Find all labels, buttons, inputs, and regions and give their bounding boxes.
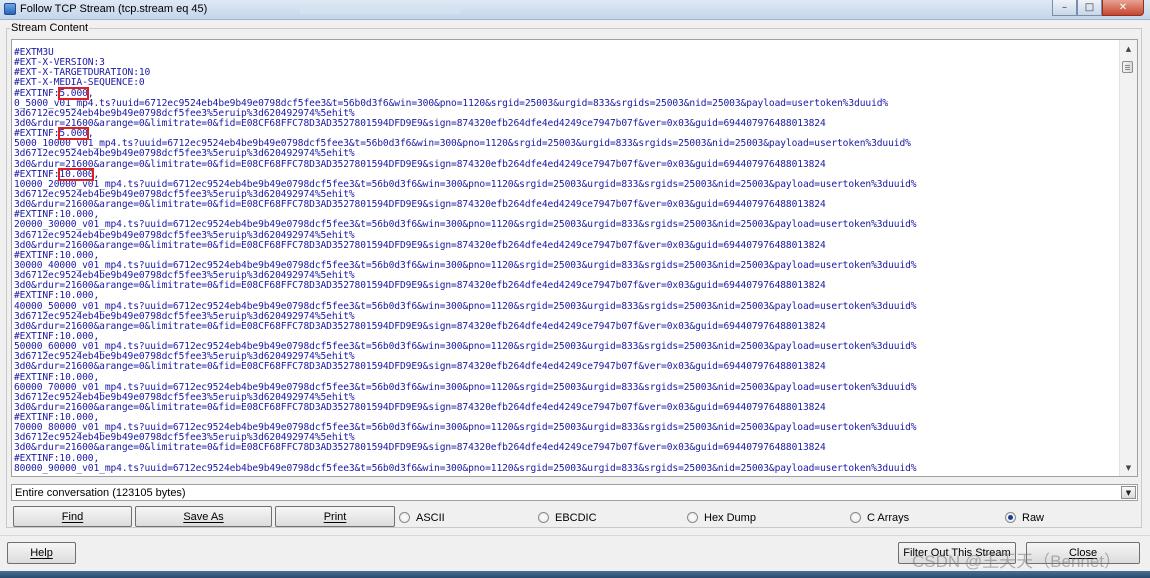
window-controls: – □ ✕: [1052, 0, 1144, 17]
stream-line: #EXTM3U: [14, 47, 54, 58]
scroll-up-arrow-icon[interactable]: ▲: [1120, 40, 1137, 57]
title-bar-blur: [300, 4, 460, 14]
stream-line: 3d0&rdur=21600&arange=0&limitrate=0&fid=…: [14, 199, 826, 211]
stream-content-label: Stream Content: [10, 22, 90, 34]
radio-hex-dump-label: Hex Dump: [704, 511, 756, 524]
minimize-icon[interactable]: –: [1052, 0, 1077, 16]
radio-c-arrays-label: C Arrays: [867, 511, 910, 524]
radio-ascii-label: ASCII: [416, 511, 445, 524]
radio-ebcdic-label: EBCDIC: [555, 511, 597, 524]
radio-raw-label: Raw: [1022, 511, 1045, 524]
radio-raw[interactable]: Raw: [1005, 511, 1044, 524]
radio-c-arrays[interactable]: C Arrays: [850, 511, 909, 524]
taskbar: [0, 571, 1150, 578]
csdn-watermark: CSDN @王天天（Bennet）: [912, 552, 1122, 571]
highlight-box: 5.000: [58, 86, 89, 100]
stream-text[interactable]: #EXTM3U #EXT-X-VERSION:3 #EXT-X-TARGETDURA…: [14, 47, 1119, 474]
stream-line: 3d0&rdur=21600&arange=0&limitrate=0&fid=…: [14, 117, 826, 129]
radio-ebcdic[interactable]: EBCDIC: [538, 511, 597, 524]
radio-hex-dump[interactable]: Hex Dump: [687, 511, 756, 524]
footer-divider: [0, 535, 1150, 536]
radio-hex-dump-indicator[interactable]: [687, 512, 698, 523]
radio-ebcdic-indicator[interactable]: [538, 512, 549, 523]
wireshark-app-icon: [4, 3, 16, 15]
scroll-thumb[interactable]: [1122, 61, 1133, 73]
maximize-icon[interactable]: □: [1077, 0, 1102, 16]
window-title: Follow TCP Stream (tcp.stream eq 45): [20, 3, 208, 15]
stream-line: 20000_30000_v01_mp4.ts?uuid=6712ec9524eb…: [14, 219, 917, 231]
radio-c-arrays-indicator[interactable]: [850, 512, 861, 523]
find-button[interactable]: Find: [13, 506, 132, 527]
vertical-scrollbar[interactable]: ▲ ▼: [1119, 40, 1137, 476]
close-icon[interactable]: ✕: [1102, 0, 1144, 16]
radio-raw-indicator[interactable]: [1005, 512, 1016, 523]
save-as-button[interactable]: Save As: [135, 506, 272, 527]
print-button[interactable]: Print: [275, 506, 395, 527]
stream-line: 3d0&rdur=21600&arange=0&limitrate=0&fid=…: [14, 442, 826, 454]
stream-content-textarea[interactable]: #EXTM3U #EXT-X-VERSION:3 #EXT-X-TARGETDURA…: [11, 39, 1138, 477]
chevron-down-icon[interactable]: ▼: [1121, 486, 1136, 499]
stream-line: 3d0&rdur=21600&arange=0&limitrate=0&fid=…: [14, 361, 826, 373]
stream-line: #EXT-X-VERSION:3: [14, 57, 105, 69]
conversation-select[interactable]: Entire conversation (123105 bytes) ▼: [11, 484, 1138, 501]
scroll-down-arrow-icon[interactable]: ▼: [1120, 459, 1137, 476]
help-button[interactable]: Help: [7, 542, 76, 564]
stream-line: #EXTINF:10.000,: [14, 290, 100, 302]
title-bar[interactable]: Follow TCP Stream (tcp.stream eq 45) – □…: [0, 0, 1150, 20]
stream-line: 3d0&rdur=21600&arange=0&limitrate=0&fid=…: [14, 280, 826, 292]
stream-line: #EXT-X-MEDIA-SEQUENCE:0: [14, 77, 145, 89]
radio-ascii[interactable]: ASCII: [399, 511, 445, 524]
stream-line: 3d0&rdur=21600&arange=0&limitrate=0&fid=…: [14, 239, 826, 251]
stream-line: 3d0&rdur=21600&arange=0&limitrate=0&fid=…: [14, 401, 826, 413]
stream-line: 3d0&rdur=21600&arange=0&limitrate=0&fid=…: [14, 158, 826, 170]
stream-line: #EXT-X-TARGETDURATION:10: [14, 67, 151, 79]
stream-line: 3d0&rdur=21600&arange=0&limitrate=0&fid=…: [14, 320, 826, 332]
stream-line: 80000_90000_v01_mp4.ts?uuid=6712ec9524eb…: [14, 462, 917, 474]
radio-ascii-indicator[interactable]: [399, 512, 410, 523]
conversation-select-value: Entire conversation (123105 bytes): [15, 487, 186, 499]
